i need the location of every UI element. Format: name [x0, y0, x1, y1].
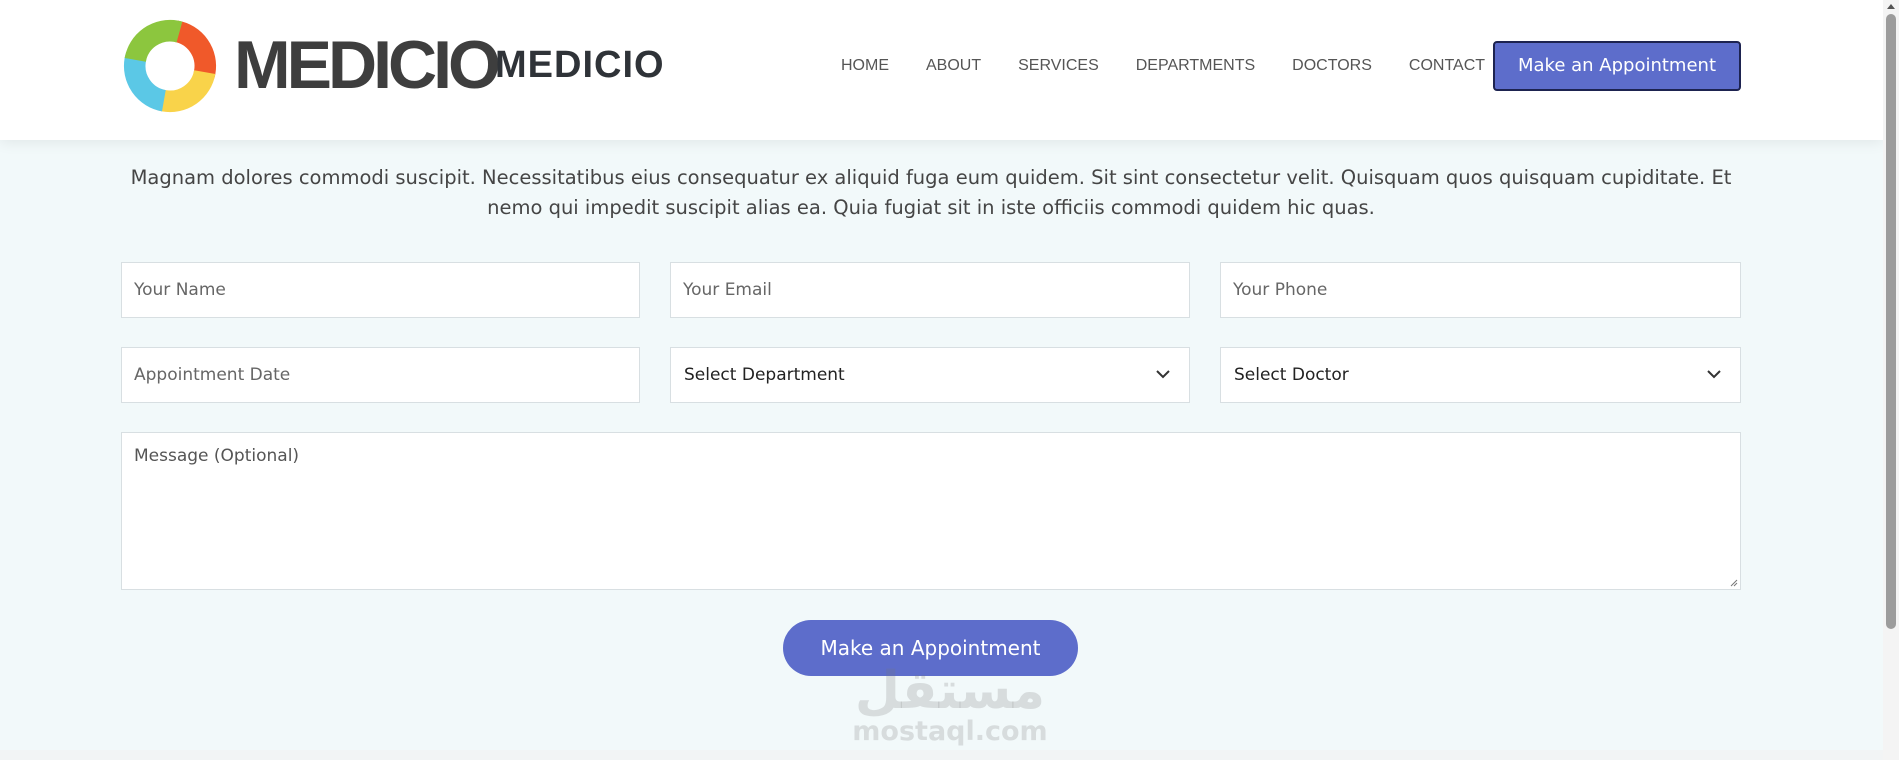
nav-doctors[interactable]: DOCTORS [1292, 52, 1372, 80]
nav-services[interactable]: SERVICES [1018, 52, 1099, 80]
phone-field-wrapper [1220, 262, 1741, 318]
nav-departments[interactable]: DEPARTMENTS [1136, 52, 1255, 80]
watermark-arabic: مستقل [854, 661, 1046, 721]
watermark-latin: mostaql.com [852, 716, 1048, 747]
vertical-scrollbar[interactable] [1883, 0, 1899, 760]
footer-strip [0, 750, 1883, 760]
header-appointment-button[interactable]: Make an Appointment [1493, 41, 1741, 91]
site-header: MEDICIO MEDICIO HOME ABOUT SERVICES DEPA… [0, 0, 1883, 140]
name-field-wrapper [121, 262, 640, 318]
nav-about[interactable]: ABOUT [926, 52, 981, 80]
email-input[interactable] [671, 263, 1189, 317]
department-select[interactable]: Select Department [670, 347, 1190, 403]
nav-home[interactable]: HOME [841, 52, 889, 80]
name-input[interactable] [122, 263, 639, 317]
scroll-up-arrow-icon[interactable] [1886, 2, 1896, 10]
appointment-date-input[interactable] [122, 348, 639, 402]
logo-ring-icon[interactable] [121, 17, 219, 115]
resize-grip-icon[interactable] [1728, 577, 1738, 587]
site-name[interactable]: MEDICIO [495, 40, 665, 90]
email-field-wrapper [670, 262, 1190, 318]
intro-text: Magnam dolores commodi suscipit. Necessi… [130, 166, 1732, 219]
date-field-wrapper [121, 347, 640, 403]
main-nav: HOME ABOUT SERVICES DEPARTMENTS DOCTORS … [841, 52, 1485, 80]
scrollbar-thumb[interactable] [1886, 14, 1896, 629]
doctor-select-value: Select Doctor [1234, 365, 1349, 385]
nav-contact[interactable]: CONTACT [1409, 52, 1485, 80]
message-textarea[interactable] [122, 433, 1740, 589]
chevron-down-icon [1707, 370, 1721, 379]
logo-wordmark[interactable]: MEDICIO [234, 30, 501, 100]
phone-input[interactable] [1221, 263, 1740, 317]
doctor-select[interactable]: Select Doctor [1220, 347, 1741, 403]
watermark: مستقل mostaql.com [845, 665, 1055, 755]
department-select-value: Select Department [684, 365, 845, 385]
chevron-down-icon [1156, 370, 1170, 379]
message-field-wrapper [121, 432, 1741, 590]
